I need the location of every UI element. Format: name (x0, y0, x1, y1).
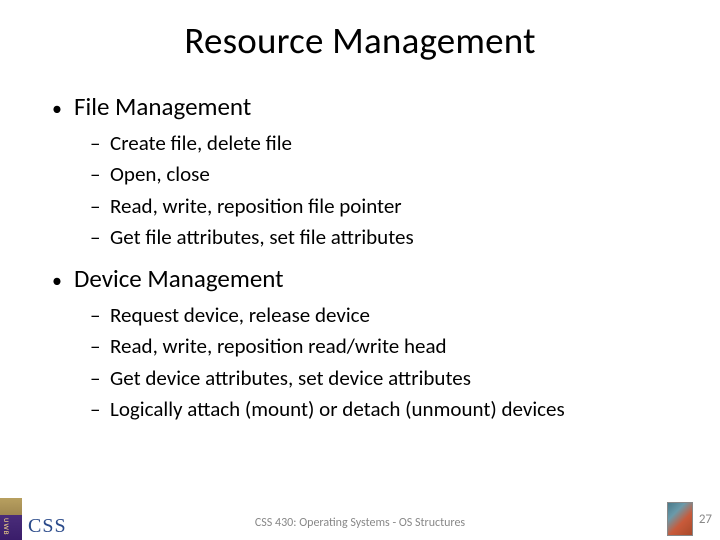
dash-icon: – (90, 224, 110, 250)
sub-bullet: – Create file, delete file (50, 130, 680, 156)
footer-left: CSS (0, 498, 67, 540)
sub-bullet: – Open, close (50, 161, 680, 187)
dash-icon: – (90, 130, 110, 156)
textbook-thumbnail-icon (667, 502, 693, 536)
dash-icon: – (90, 193, 110, 219)
bullet-file-management: • File Management (50, 91, 680, 122)
sub-bullet: – Read, write, reposition file pointer (50, 193, 680, 219)
bullet-text: Device Management (74, 263, 680, 294)
dash-icon: – (90, 333, 110, 359)
bullet-icon: • (50, 97, 74, 121)
sub-bullet: – Get file attributes, set file attribut… (50, 224, 680, 250)
sub-bullet: – Get device attributes, set device attr… (50, 365, 680, 391)
uwb-logo-icon (0, 498, 22, 540)
dash-icon: – (90, 365, 110, 391)
dash-icon: – (90, 396, 110, 422)
sub-bullet: – Request device, release device (50, 302, 680, 328)
css-logo-text: CSS (22, 501, 67, 538)
page-number: 27 (699, 512, 712, 527)
slide-content: • File Management – Create file, delete … (40, 91, 680, 422)
sub-bullet: – Logically attach (mount) or detach (un… (50, 396, 680, 422)
bullet-text: File Management (74, 91, 680, 122)
dash-icon: – (90, 161, 110, 187)
sub-bullet-text: Logically attach (mount) or detach (unmo… (110, 396, 680, 422)
sub-bullet: – Read, write, reposition read/write hea… (50, 333, 680, 359)
slide: Resource Management • File Management – … (0, 0, 720, 540)
sub-bullet-text: Get file attributes, set file attributes (110, 224, 680, 250)
bullet-icon: • (50, 269, 74, 293)
sub-bullet-text: Read, write, reposition file pointer (110, 193, 680, 219)
slide-footer: CSS CSS 430: Operating Systems - OS Stru… (0, 498, 720, 540)
bullet-device-management: • Device Management (50, 263, 680, 294)
sub-bullet-text: Read, write, reposition read/write head (110, 333, 680, 359)
slide-title: Resource Management (40, 18, 680, 63)
sub-bullet-text: Request device, release device (110, 302, 680, 328)
sub-bullet-text: Create file, delete file (110, 130, 680, 156)
footer-right: 27 (667, 502, 720, 536)
footer-course-label: CSS 430: Operating Systems - OS Structur… (255, 516, 465, 530)
dash-icon: – (90, 302, 110, 328)
sub-bullet-text: Get device attributes, set device attrib… (110, 365, 680, 391)
sub-bullet-text: Open, close (110, 161, 680, 187)
